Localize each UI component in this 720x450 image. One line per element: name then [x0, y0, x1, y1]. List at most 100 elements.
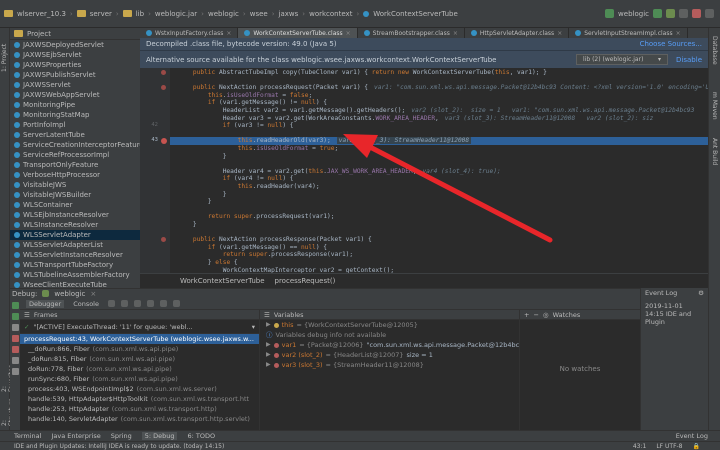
- project-tree-item[interactable]: WLSServletAdapterList: [10, 240, 140, 250]
- gear-icon[interactable]: ⚙: [698, 289, 704, 297]
- project-tree-item[interactable]: JAXWSWebAppServlet: [10, 90, 140, 100]
- project-tree-item[interactable]: MonitoringStatMap: [10, 110, 140, 120]
- stack-frame[interactable]: process:403, WSEndpointImpl$2 (com.sun.xm…: [20, 384, 259, 394]
- stop-icon[interactable]: [11, 335, 19, 342]
- stack-frame[interactable]: processRequest:43, WorkContextServerTube…: [20, 334, 259, 344]
- breakpoints-icon[interactable]: [11, 346, 19, 353]
- editor-tab[interactable]: WstxInputFactory.class ×: [140, 28, 239, 38]
- stack-frame[interactable]: handle:140, ServletAdapter (com.sun.xml.w…: [20, 414, 259, 424]
- evaluate-icon[interactable]: [173, 300, 180, 307]
- breadcrumb-wsee[interactable]: wsee: [250, 10, 268, 18]
- variable-row[interactable]: ▶ var2 (slot_2) = {HeaderList@12007} size =…: [260, 350, 519, 360]
- run-icon[interactable]: [605, 9, 615, 18]
- source-select[interactable]: lib (2) (weblogic.jar) ▾: [576, 54, 669, 65]
- editor-tab[interactable]: StreamBootstrapper.class ×: [358, 28, 465, 38]
- breadcrumb-root[interactable]: wlserver_10.3: [17, 10, 66, 18]
- pause-icon[interactable]: [11, 324, 19, 331]
- project-tool-button[interactable]: 1: Project: [1, 32, 8, 72]
- project-tree-item[interactable]: JAXWSEjbServlet: [10, 50, 140, 60]
- close-tab-icon[interactable]: ×: [346, 30, 351, 37]
- project-tree-item[interactable]: JAXWSProperties: [10, 60, 140, 70]
- ant-tool-button[interactable]: Ant Build: [711, 138, 718, 165]
- code-breadcrumb-method[interactable]: processRequest(): [275, 277, 336, 285]
- project-tree-item[interactable]: WLSEjbInstanceResolver: [10, 210, 140, 220]
- breadcrumb-jar[interactable]: weblogic.jar: [155, 10, 197, 18]
- project-tree-item[interactable]: WLSTubelineAssemblerFactory: [10, 270, 140, 280]
- run-config-select[interactable]: weblogic: [618, 10, 649, 18]
- override-marker-icon[interactable]: [161, 70, 166, 75]
- override-marker-icon[interactable]: [161, 237, 166, 243]
- project-tree-item[interactable]: VisitableJWS: [10, 180, 140, 190]
- project-tree-item[interactable]: WLSContainer: [10, 200, 140, 210]
- variable-row[interactable]: ▶ this = {WorkContextServerTube@12005}: [260, 320, 519, 330]
- breadcrumb-lib[interactable]: lib: [136, 10, 144, 18]
- rerun-icon[interactable]: [11, 302, 19, 309]
- resume-icon[interactable]: [11, 313, 19, 320]
- stack-frame[interactable]: handle:253, HttpAdapter (com.sun.xml.ws.t…: [20, 404, 259, 414]
- close-tab-icon[interactable]: ×: [453, 30, 458, 37]
- breadcrumb-class[interactable]: WorkContextServerTube: [373, 10, 458, 18]
- choose-sources-link[interactable]: Choose Sources...: [640, 40, 702, 48]
- breadcrumb-jaxws[interactable]: jaxws: [279, 10, 299, 18]
- maven-tool-button[interactable]: m Maven: [711, 92, 718, 120]
- tab-terminal[interactable]: Terminal: [14, 432, 41, 440]
- close-tab-icon[interactable]: ×: [676, 30, 681, 37]
- variable-row[interactable]: ▶ var1 = {Packet@12006} "com.sun.xml.ws.api…: [260, 340, 519, 350]
- project-header-label[interactable]: Project: [27, 30, 51, 38]
- editor-tab[interactable]: WorkContextServerTube.class ×: [238, 28, 358, 38]
- file-encoding[interactable]: LF UTF-8: [656, 443, 682, 450]
- project-tree-item[interactable]: TransportOnlyFeature: [10, 160, 140, 170]
- add-watch-icon[interactable]: +: [524, 311, 529, 319]
- project-tree-item[interactable]: WLSInstanceResolver: [10, 220, 140, 230]
- editor-gutter[interactable]: 42 43: [140, 68, 170, 273]
- project-tree-item[interactable]: JAXWSDeployedServlet: [10, 40, 140, 50]
- mute-breakpoints-icon[interactable]: [11, 357, 19, 364]
- project-tree-item[interactable]: PortInfoImpl: [10, 120, 140, 130]
- settings-icon[interactable]: [11, 368, 19, 375]
- step-into-icon[interactable]: [121, 300, 128, 307]
- debug-config-tab[interactable]: weblogic: [54, 290, 85, 298]
- project-tree-item[interactable]: WLSServletInstanceResolver: [10, 250, 140, 260]
- expand-arrow-icon[interactable]: ▶: [266, 360, 271, 370]
- project-tree-item[interactable]: VerboseHttpProcessor: [10, 170, 140, 180]
- caret-position[interactable]: 43:1: [633, 443, 646, 450]
- variable-row[interactable]: ⓘ Variables debug info not available: [260, 330, 519, 340]
- step-over-icon[interactable]: [108, 300, 115, 307]
- project-tree-item[interactable]: ServerLatentTube: [10, 130, 140, 140]
- tab-java-enterprise[interactable]: Java Enterprise: [51, 432, 100, 440]
- database-tool-button[interactable]: Database: [711, 36, 718, 65]
- tab-console[interactable]: Console: [70, 300, 102, 308]
- coverage-icon[interactable]: [679, 9, 688, 18]
- project-tree-item[interactable]: WLSServletAdapter: [10, 230, 140, 240]
- project-tree-item[interactable]: VisitableJWSBuilder: [10, 190, 140, 200]
- breakpoint-icon[interactable]: [161, 138, 167, 145]
- stack-frame[interactable]: doRun:778, Fiber (com.sun.xml.ws.api.pipe…: [20, 364, 259, 374]
- editor-tab[interactable]: ServletInputStreamImpl.class ×: [569, 28, 688, 38]
- event-log-button[interactable]: Event Log: [676, 432, 708, 440]
- close-tab-icon[interactable]: ×: [557, 30, 562, 37]
- play-icon[interactable]: [653, 9, 662, 18]
- stack-frame[interactable]: handle:539, HttpAdapter$HttpToolkit (com.…: [20, 394, 259, 404]
- project-tree-item[interactable]: JAXWSServlet: [10, 80, 140, 90]
- project-tree-item[interactable]: ServiceCreationInterceptorFeature: [10, 140, 140, 150]
- thread-select[interactable]: ✓ "[ACTIVE] ExecuteThread: '11' for queu…: [20, 320, 259, 334]
- tab-todo[interactable]: 6: TODO: [187, 432, 215, 440]
- breadcrumb-server[interactable]: server: [90, 10, 112, 18]
- close-icon[interactable]: ×: [90, 290, 96, 298]
- breadcrumb-weblogic[interactable]: weblogic: [208, 10, 239, 18]
- tab-spring[interactable]: Spring: [111, 432, 132, 440]
- expand-arrow-icon[interactable]: ▶: [266, 350, 271, 360]
- stop-icon[interactable]: [692, 9, 701, 18]
- remove-watch-icon[interactable]: −: [533, 311, 538, 319]
- stack-frame[interactable]: _doRun:815, Fiber (com.sun.xml.ws.api.pip…: [20, 354, 259, 364]
- code-view[interactable]: 42 43 public AbstractTubeImpl copy(TubeCl…: [140, 68, 708, 273]
- code-breadcrumb-class[interactable]: WorkContextServerTube: [180, 277, 265, 285]
- project-tree-item[interactable]: MonitoringPipe: [10, 100, 140, 110]
- stack-frame[interactable]: runSync:680, Fiber (com.sun.xml.ws.api.pi…: [20, 374, 259, 384]
- expand-arrow-icon[interactable]: ▶: [266, 340, 271, 350]
- project-tree-item[interactable]: JAXWSPublishServlet: [10, 70, 140, 80]
- debug-icon[interactable]: [666, 9, 675, 18]
- disable-link[interactable]: Disable: [676, 56, 702, 64]
- variable-row[interactable]: ▶ var3 (slot_3) = {StreamHeader11@12008}: [260, 360, 519, 370]
- force-step-into-icon[interactable]: [134, 300, 141, 307]
